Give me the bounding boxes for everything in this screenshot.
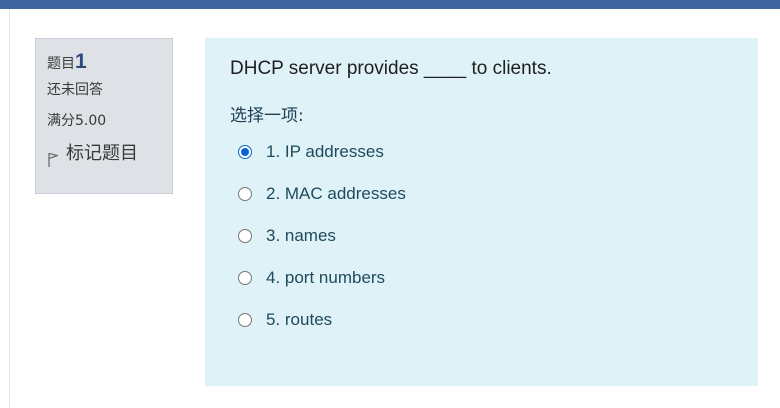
answer-radio-3[interactable] (238, 229, 252, 243)
answer-prompt: 选择一项: (230, 106, 304, 126)
question-label: 题目 (47, 56, 75, 72)
answer-option-4[interactable]: 4. port numbers (238, 257, 758, 299)
answer-option-5[interactable]: 5. routes (238, 299, 758, 341)
answer-option-2[interactable]: 2. MAC addresses (238, 173, 758, 215)
answer-option-3[interactable]: 3. names (238, 215, 758, 257)
answer-label-3[interactable]: 3. names (266, 226, 336, 246)
answer-label-4[interactable]: 4. port numbers (266, 268, 385, 288)
answer-option-1[interactable]: 1. IP addresses (238, 131, 758, 173)
answer-list: 1. IP addresses 2. MAC addresses 3. name… (230, 131, 758, 341)
answer-label-1[interactable]: 1. IP addresses (266, 142, 384, 162)
flag-question-link[interactable]: 标记题目 (47, 140, 172, 168)
answer-radio-4[interactable] (238, 271, 252, 285)
question-title: 题目1 (47, 48, 172, 76)
answer-radio-1[interactable] (238, 145, 252, 159)
answer-radio-2[interactable] (238, 187, 252, 201)
flag-icon (47, 149, 59, 167)
question-number: 1 (75, 50, 87, 73)
answer-radio-5[interactable] (238, 313, 252, 327)
question-info-panel: 题目1 还未回答 满分5.00 标记题目 (35, 38, 173, 194)
question-state: 还未回答 (47, 82, 103, 98)
answer-label-2[interactable]: 2. MAC addresses (266, 184, 406, 204)
left-border (9, 9, 10, 408)
top-navbar (0, 0, 780, 9)
flag-label: 标记题目 (66, 143, 138, 164)
question-text: DHCP server provides ____ to clients. (230, 58, 552, 79)
question-content-panel: DHCP server provides ____ to clients. 选择… (205, 38, 758, 386)
question-grade: 满分5.00 (47, 113, 107, 129)
answer-label-5[interactable]: 5. routes (266, 310, 332, 330)
